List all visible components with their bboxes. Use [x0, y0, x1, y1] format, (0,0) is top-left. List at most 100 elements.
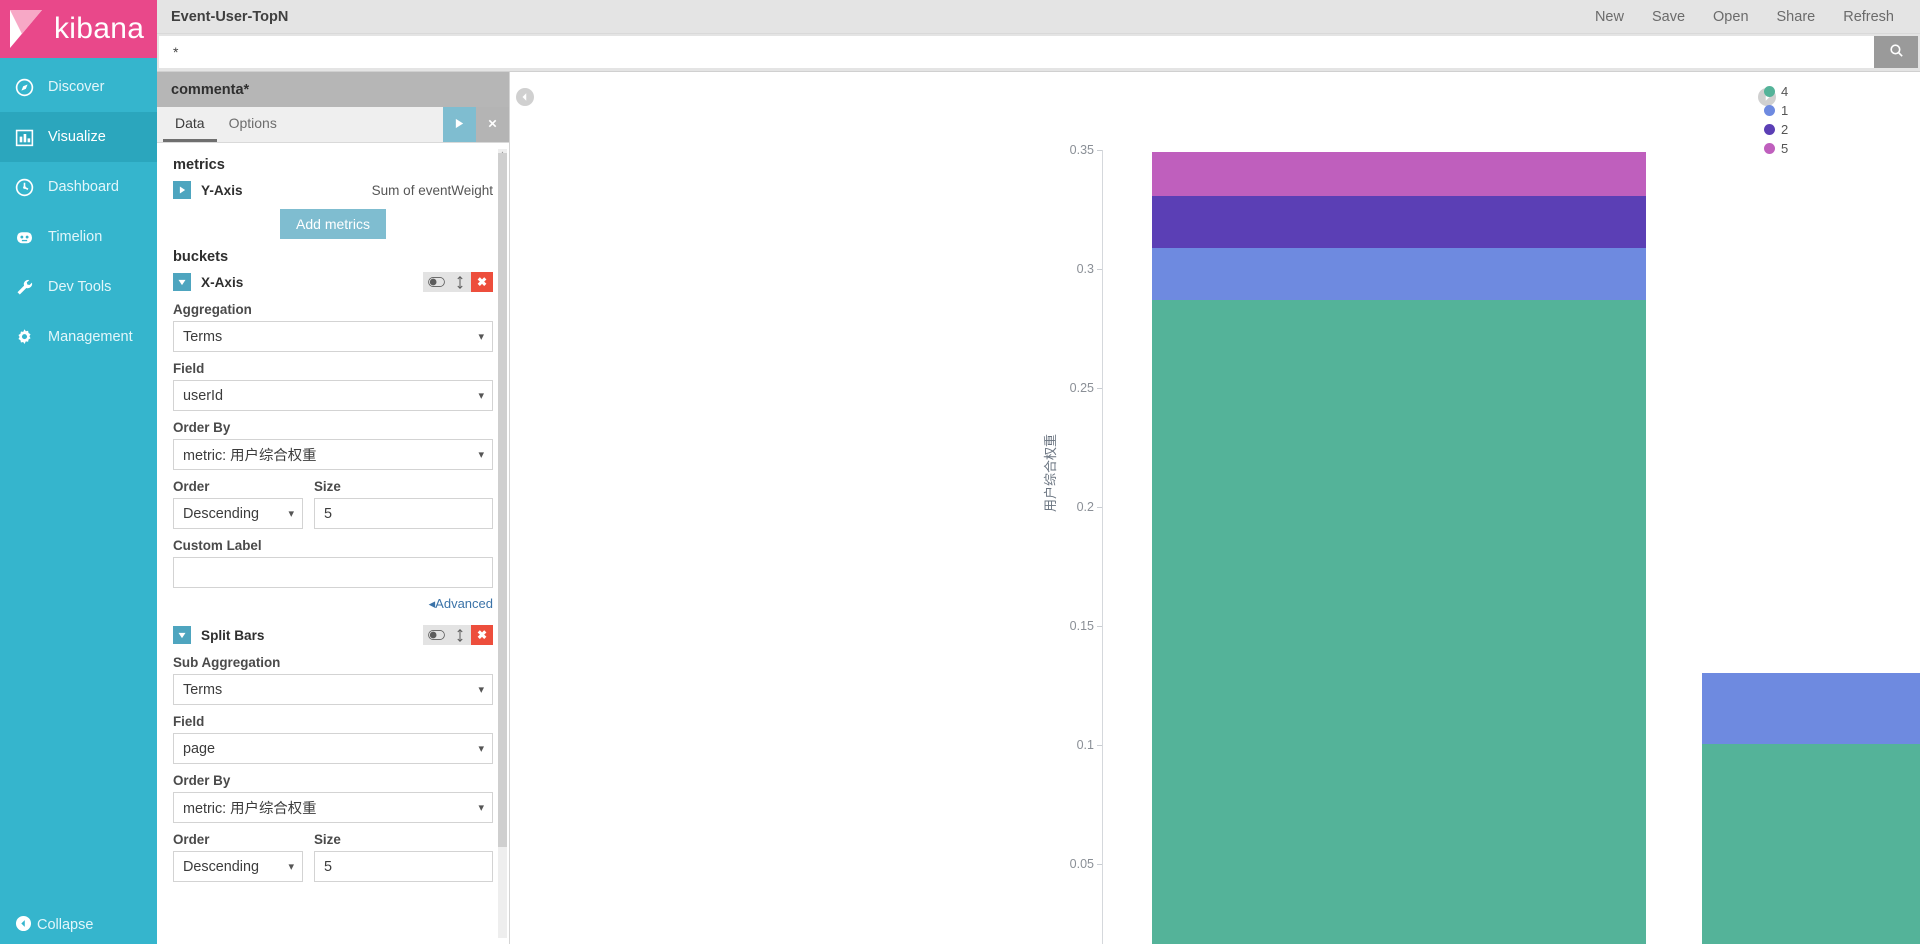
sidebar-item-discover[interactable]: Discover [0, 62, 157, 112]
advanced-label: Advanced [435, 596, 493, 611]
field-select[interactable]: userId [173, 380, 493, 411]
chevron-left-circle-icon [14, 914, 33, 937]
toggle-icon[interactable] [423, 272, 449, 292]
sidebar-item-dashboard[interactable]: Dashboard [0, 162, 157, 212]
sidebar-item-label: Dev Tools [48, 279, 112, 295]
field-label: Field [173, 361, 205, 376]
metric-description: Sum of eventWeight [371, 182, 493, 198]
field-label: Aggregation [173, 302, 252, 317]
sidebar-item-label: Dashboard [48, 179, 119, 195]
tab-data[interactable]: Data [163, 107, 217, 142]
search-input[interactable] [159, 36, 1874, 68]
visualization-editor: commenta* Data Options metrics Y-Axis Su… [157, 72, 510, 944]
field-field: Field page [173, 714, 493, 764]
x-icon[interactable]: ✖ [471, 625, 493, 645]
field-label: Order By [173, 420, 231, 435]
menu-refresh[interactable]: Refresh [1829, 9, 1908, 25]
field-label: Field [173, 714, 205, 729]
order-select[interactable]: Descending [173, 498, 303, 529]
bar-segment-series-1[interactable] [1152, 248, 1646, 300]
field-order: Order Descending [173, 832, 303, 882]
menu-open[interactable]: Open [1699, 9, 1762, 25]
tab-options[interactable]: Options [217, 107, 289, 142]
field-label: Size [314, 479, 341, 494]
apply-changes-button[interactable] [443, 107, 476, 142]
play-icon [454, 117, 465, 132]
advanced-toggle[interactable]: ◂Advanced [173, 596, 493, 612]
updown-arrows-icon[interactable] [449, 272, 471, 292]
brand-name: kibana [54, 12, 145, 45]
sidebar: kibana Discover Visualize Dashboard Time… [0, 0, 157, 944]
chevron-down-icon[interactable] [173, 626, 191, 644]
bucket-tools: ✖ [423, 272, 493, 292]
search-button[interactable] [1874, 36, 1918, 68]
top-bar: Event-User-TopN New Save Open Share Refr… [157, 0, 1920, 34]
field-custom-label: Custom Label [173, 538, 493, 588]
y-axis-tick-label: 0.1 [1076, 738, 1094, 752]
bar-segment-series-5[interactable] [1152, 152, 1646, 196]
field-select[interactable]: page [173, 733, 493, 764]
field-order: Order Descending [173, 479, 303, 529]
field-sub-aggregation: Sub Aggregation Terms [173, 655, 493, 705]
sidebar-item-timelion[interactable]: Timelion [0, 212, 157, 262]
bar-segment-series-2[interactable] [1152, 196, 1646, 248]
menu-save[interactable]: Save [1638, 9, 1699, 25]
custom-label-input[interactable] [173, 557, 493, 588]
order-select[interactable]: Descending [173, 851, 303, 882]
timelion-icon [14, 227, 44, 248]
y-axis-tick-label: 0.15 [1069, 619, 1094, 633]
menu-share[interactable]: Share [1763, 9, 1830, 25]
field-size: Size 5 [314, 832, 493, 882]
chevron-down-icon[interactable] [173, 273, 191, 291]
bar-segment-series-1[interactable] [1702, 673, 1920, 744]
editor-body: metrics Y-Axis Sum of eventWeight Add me… [157, 143, 509, 944]
bucket-row-x-axis[interactable]: X-Axis ✖ [173, 271, 493, 293]
chevron-right-icon[interactable] [173, 181, 191, 199]
bar-segment-series-4[interactable] [1152, 300, 1646, 944]
metric-name: Y-Axis [201, 182, 243, 198]
discard-changes-button[interactable] [476, 107, 509, 142]
sidebar-item-visualize[interactable]: Visualize [0, 112, 157, 162]
size-input[interactable]: 5 [314, 851, 493, 882]
gear-icon [14, 327, 44, 348]
metrics-heading: metrics [173, 157, 225, 173]
x-icon[interactable]: ✖ [471, 272, 493, 292]
index-pattern-label: commenta* [157, 72, 509, 107]
content-area: Event-User-TopN New Save Open Share Refr… [157, 0, 1920, 944]
sidebar-item-label: Visualize [48, 129, 106, 145]
add-metrics-button[interactable]: Add metrics [280, 209, 386, 239]
kibana-app: kibana Discover Visualize Dashboard Time… [0, 0, 1920, 944]
editor-scrollbar-thumb[interactable] [498, 153, 507, 847]
toggle-icon[interactable] [423, 625, 449, 645]
updown-arrows-icon[interactable] [449, 625, 471, 645]
field-label: Order [173, 479, 210, 494]
order-by-select[interactable]: metric: 用户综合权重 [173, 439, 493, 470]
editor-tabs: Data Options [157, 107, 509, 143]
y-axis-line [1102, 150, 1103, 944]
buckets-heading: buckets [173, 249, 229, 265]
bar-segment-series-4[interactable] [1702, 744, 1920, 944]
field-label: Custom Label [173, 538, 262, 553]
sidebar-item-dev-tools[interactable]: Dev Tools [0, 262, 157, 312]
kibana-logo-icon [6, 8, 50, 50]
order-size-row: Order Descending Size 5 [173, 479, 493, 529]
brand-logo[interactable]: kibana [0, 0, 157, 58]
add-metrics-wrapper: Add metrics [173, 209, 493, 239]
bucket-row-split-bars[interactable]: Split Bars ✖ [173, 624, 493, 646]
order-by-select[interactable]: metric: 用户综合权重 [173, 792, 493, 823]
aggregation-select[interactable]: Terms [173, 321, 493, 352]
metric-row-y-axis[interactable]: Y-Axis Sum of eventWeight [173, 179, 493, 201]
sidebar-collapse-button[interactable]: Collapse [0, 906, 157, 944]
compass-icon [14, 77, 44, 98]
dashboard-icon [14, 177, 44, 198]
y-axis-tick-label: 0.3 [1076, 262, 1094, 276]
size-input[interactable]: 5 [314, 498, 493, 529]
sidebar-item-label: Management [48, 329, 133, 345]
page-title: Event-User-TopN [171, 8, 289, 25]
y-axis-tick-label: 0.05 [1069, 857, 1094, 871]
menu-new[interactable]: New [1581, 9, 1638, 25]
field-order-by: Order By metric: 用户综合权重 [173, 420, 493, 470]
sidebar-item-management[interactable]: Management [0, 312, 157, 362]
sub-aggregation-select[interactable]: Terms [173, 674, 493, 705]
